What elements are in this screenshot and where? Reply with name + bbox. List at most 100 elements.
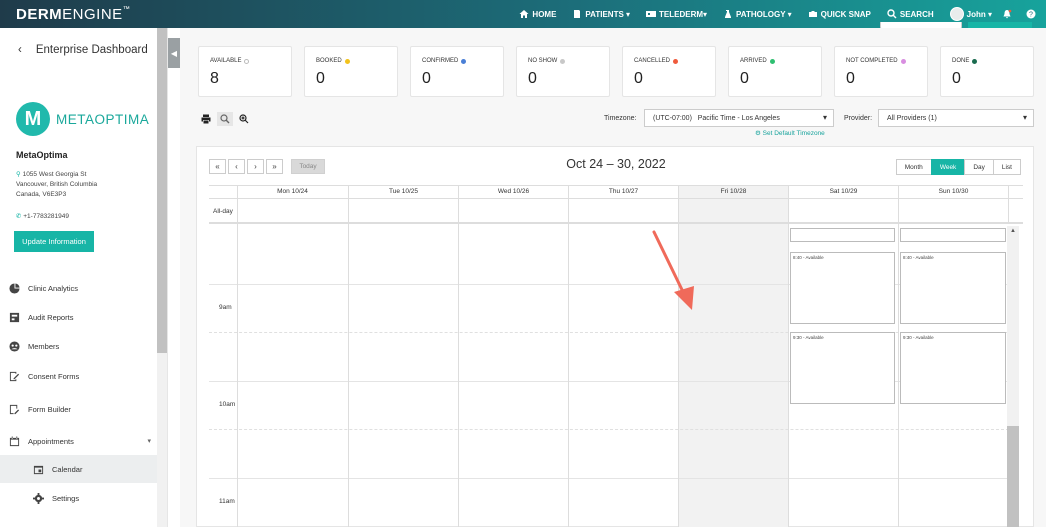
stat-label-text: BOOKED — [316, 58, 342, 64]
stat-card-confirmed[interactable]: CONFIRMED 0 — [410, 46, 504, 97]
calendar-scrollbar-thumb[interactable] — [1007, 426, 1019, 527]
zoom-in-button[interactable] — [236, 112, 252, 126]
stat-card-available[interactable]: AVAILABLE 8 — [198, 46, 292, 97]
prev-week-button[interactable]: ‹ — [228, 159, 245, 174]
sidebar-item-clinic-analytics[interactable]: Clinic Analytics — [0, 274, 157, 302]
help-button[interactable]: ? — [1022, 9, 1040, 19]
clinic-name: MetaOptima — [16, 150, 68, 160]
view-list-button[interactable]: List — [992, 159, 1021, 175]
gear-icon: ⚙ — [755, 130, 761, 137]
stat-label-text: AVAILABLE — [210, 58, 242, 64]
set-default-label: Set Default Timezone — [762, 130, 825, 137]
stat-value: 0 — [528, 70, 537, 87]
next-year-button[interactable]: » — [266, 159, 283, 174]
nav-pathology[interactable]: PATHOLOGY ▾ — [723, 9, 792, 19]
nav-search-label: SEARCH — [899, 9, 934, 19]
calendar-small-icon — [32, 463, 44, 475]
provider-value: All Providers (1) — [887, 114, 937, 122]
timezone-select[interactable]: (UTC-07:00) Pacific Time - Los Angeles ▾ — [644, 109, 834, 127]
provider-select[interactable]: All Providers (1) ▾ — [878, 109, 1034, 127]
status-dot-icon — [900, 58, 906, 64]
zoom-out-icon — [220, 114, 230, 124]
stat-value: 0 — [846, 70, 855, 87]
bell-icon — [1003, 9, 1012, 19]
toolbar-icons — [198, 112, 252, 126]
scroll-up-icon[interactable]: ▲ — [1010, 228, 1016, 234]
view-day-button[interactable]: Day — [964, 159, 994, 175]
metaoptima-logo-text: METAOPTIMA — [56, 111, 150, 127]
day-column-divider — [898, 198, 899, 527]
address-line-3: Canada, V6E3P3 — [16, 191, 67, 198]
stat-label: DONE — [952, 58, 978, 64]
sidebar-item-label: Settings — [52, 493, 80, 503]
home-icon — [519, 10, 529, 18]
view-week-button[interactable]: Week — [930, 159, 966, 175]
nav-pathology-label: PATHOLOGY ▾ — [736, 9, 792, 19]
slot-label: 9:30 - Available — [793, 335, 824, 340]
sidebar-scrollbar-thumb[interactable] — [157, 28, 167, 353]
dermengine-logo[interactable]: DERMENGINE™ — [16, 6, 130, 23]
sidebar-collapse-toggle[interactable]: ◀ — [168, 38, 180, 68]
stat-card-booked[interactable]: BOOKED 0 — [304, 46, 398, 97]
set-default-timezone-link[interactable]: ⚙ Set Default Timezone — [755, 129, 825, 137]
nav-patients[interactable]: PATIENTS ▾ — [572, 9, 630, 19]
stat-value: 0 — [952, 70, 961, 87]
back-to-enterprise[interactable]: ‹ Enterprise Dashboard — [18, 44, 148, 56]
stat-card-arrived[interactable]: ARRIVED 0 — [728, 46, 822, 97]
availability-slot[interactable]: 8:40 - Available — [790, 252, 895, 324]
sidebar-item-settings[interactable]: Settings — [0, 484, 157, 512]
report-icon — [8, 311, 20, 323]
stat-label-text: DONE — [952, 58, 970, 64]
sidebar-item-label: Clinic Analytics — [28, 283, 79, 293]
calendar: Oct 24 – 30, 2022 « ‹ › » Today Month We… — [196, 146, 1034, 527]
sidebar-item-consent-forms[interactable]: Consent Forms — [0, 362, 157, 390]
nav-quick-snap[interactable]: QUICK SNAP — [808, 9, 871, 19]
stat-label: NO SHOW — [528, 58, 566, 64]
availability-slot[interactable]: 9:30 - Available — [790, 332, 895, 404]
view-month-button[interactable]: Month — [895, 159, 932, 175]
availability-slot[interactable]: 8:40 - Available — [900, 252, 1006, 324]
day-header: Wed 10/26 — [458, 186, 568, 198]
nav-search[interactable]: SEARCH — [887, 9, 934, 19]
print-button[interactable] — [198, 112, 214, 126]
sidebar-scrollbar[interactable] — [157, 28, 167, 527]
user-menu[interactable]: John ▾ — [949, 7, 992, 21]
event-stub[interactable] — [790, 228, 895, 242]
sidebar-item-form-builder[interactable]: Form Builder — [0, 395, 157, 423]
day-header: Thu 10/27 — [568, 186, 678, 198]
day-column-divider — [237, 198, 238, 527]
consent-icon — [8, 370, 20, 382]
sidebar-item-calendar[interactable]: Calendar — [0, 455, 157, 483]
sidebar-item-audit-reports[interactable]: Audit Reports — [0, 303, 157, 331]
time-label-10am: 10am — [219, 401, 236, 408]
status-dot-icon — [769, 58, 775, 64]
sidebar-item-members[interactable]: Members — [0, 332, 157, 360]
today-button[interactable]: Today — [291, 159, 325, 174]
stat-card-done[interactable]: DONE 0 — [940, 46, 1034, 97]
availability-slot[interactable]: 9:30 - Available — [900, 332, 1006, 404]
sidebar-item-label: Appointments — [28, 436, 74, 446]
stat-label: ARRIVED — [740, 58, 775, 64]
nav-home[interactable]: HOME — [519, 9, 556, 19]
sidebar-item-appointments[interactable]: Appointments ▾ — [0, 427, 157, 455]
day-column-divider — [568, 198, 569, 527]
update-information-button[interactable]: Update Information — [14, 231, 94, 252]
prev-year-button[interactable]: « — [209, 159, 226, 174]
main-nav: HOME PATIENTS ▾ TELEDERM▾ PATHOLOGY ▾ QU… — [503, 0, 1046, 28]
stat-card-not-completed[interactable]: NOT COMPLETED 0 — [834, 46, 928, 97]
status-dot-icon — [244, 58, 250, 64]
next-week-button[interactable]: › — [247, 159, 264, 174]
zoom-out-button[interactable] — [217, 112, 233, 126]
status-dot-icon — [344, 58, 350, 64]
stat-card-cancelled[interactable]: CANCELLED 0 — [622, 46, 716, 97]
calendar-nav: « ‹ › » Today — [209, 159, 325, 174]
stat-card-no-show[interactable]: NO SHOW 0 — [516, 46, 610, 97]
chevron-left-icon: ◀ — [170, 48, 178, 58]
address-line-1: 1055 West Georgia St — [22, 171, 87, 178]
stat-value: 0 — [422, 70, 431, 87]
day-column-divider — [788, 198, 789, 527]
notifications-button[interactable] — [998, 9, 1016, 19]
calendar-scrollbar[interactable]: ▲ — [1007, 226, 1019, 527]
nav-telederm[interactable]: TELEDERM▾ — [646, 9, 707, 19]
event-stub[interactable] — [900, 228, 1006, 242]
